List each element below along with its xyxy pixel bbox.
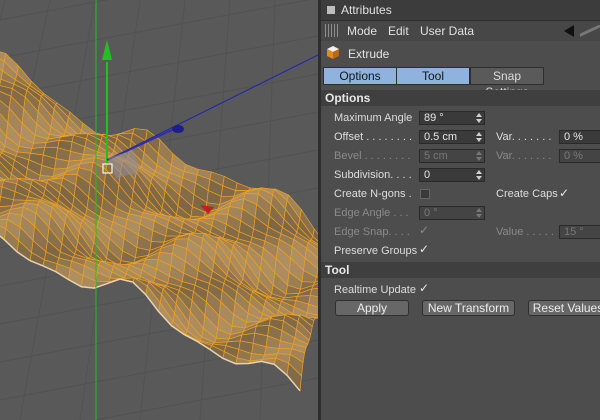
value-label: Value . . . . . — [496, 226, 554, 238]
bevel-field[interactable]: 5 cm — [419, 149, 485, 163]
preserve-groups-label: Preserve Groups — [334, 245, 418, 257]
realtime-update-checkbox[interactable]: ✓ — [419, 282, 430, 294]
mesh-face — [235, 182, 251, 191]
max-angle-label: Maximum Angle — [334, 112, 413, 124]
menu-edit[interactable]: Edit — [388, 24, 409, 38]
value-field[interactable]: 15 ° — [559, 225, 600, 239]
spinner-icon[interactable] — [476, 113, 482, 123]
forward-arrow-icon[interactable] — [580, 25, 600, 37]
offset-var-label: Var. . . . . . . — [496, 131, 552, 143]
max-angle-field[interactable]: 89 ° — [419, 111, 485, 125]
subdivision-value: 0 — [424, 169, 431, 181]
realtime-update-label: Realtime Update — [334, 284, 416, 296]
attributes-menubar: Mode Edit User Data — [321, 21, 600, 41]
spinner-icon[interactable] — [476, 132, 482, 142]
subdivision-field[interactable]: 0 — [419, 168, 485, 182]
edge-angle-value: 0 ° — [424, 207, 438, 219]
edge-angle-field[interactable]: 0 ° — [419, 206, 485, 220]
offset-label: Offset . . . . . . . . — [334, 131, 413, 143]
back-arrow-icon[interactable] — [564, 25, 574, 37]
y-arrow-icon — [102, 40, 112, 60]
reset-values-button[interactable]: Reset Values — [528, 300, 600, 316]
z-arrow-icon — [172, 125, 184, 133]
spinner-icon[interactable] — [476, 170, 482, 180]
bevel-var-field[interactable]: 0 % — [559, 149, 600, 163]
create-ngons-label: Create N-gons . — [334, 188, 412, 200]
spinner-icon[interactable] — [476, 151, 482, 161]
panel-menu-icon[interactable] — [327, 6, 335, 14]
tab-tool[interactable]: Tool — [396, 67, 470, 85]
value-value: 15 ° — [564, 226, 584, 238]
create-ngons-checkbox[interactable] — [420, 189, 430, 199]
attributes-panel: Attributes Mode Edit User Data Extrude O… — [321, 0, 600, 420]
create-caps-label: Create Caps — [496, 188, 558, 200]
attributes-titlebar: Attributes — [321, 0, 600, 21]
subdivision-label: Subdivision. . . . — [334, 169, 412, 181]
floor-grid-line — [92, 377, 318, 420]
grip-icon[interactable] — [325, 24, 338, 37]
3d-viewport[interactable] — [0, 0, 318, 420]
offset-var-field[interactable]: 0 % — [559, 130, 600, 144]
edge-angle-label: Edge Angle . . . — [334, 207, 409, 219]
tab-snap-settings[interactable]: Snap Settings — [470, 67, 544, 99]
object-row: Extrude — [321, 42, 600, 64]
object-name: Extrude — [348, 47, 390, 61]
apply-button[interactable]: Apply — [335, 300, 409, 316]
section-tool[interactable]: Tool — [321, 262, 600, 278]
spinner-icon[interactable] — [476, 208, 482, 218]
menu-user-data[interactable]: User Data — [420, 24, 474, 38]
menu-mode[interactable]: Mode — [347, 24, 377, 38]
max-angle-value: 89 ° — [424, 112, 444, 124]
bevel-value: 5 cm — [424, 150, 448, 162]
offset-var-value: 0 % — [564, 131, 583, 143]
new-transform-button[interactable]: New Transform — [422, 300, 515, 316]
extrude-cube-icon — [327, 46, 339, 59]
edge-snap-checkbox[interactable]: ✓ — [419, 224, 430, 236]
section-options[interactable]: Options — [321, 90, 600, 106]
bevel-var-label: Var. . . . . . . — [496, 150, 552, 162]
floor-grid-line — [0, 35, 318, 97]
viewport-canvas[interactable] — [0, 0, 318, 420]
bevel-var-value: 0 % — [564, 150, 583, 162]
mesh-face — [119, 127, 135, 134]
bevel-label: Bevel . . . . . . . . — [334, 150, 411, 162]
create-caps-checkbox[interactable]: ✓ — [559, 187, 570, 199]
panel-title: Attributes — [341, 3, 392, 17]
tab-options[interactable]: Options — [323, 67, 397, 85]
edge-snap-label: Edge Snap. . . . — [334, 226, 410, 238]
offset-value: 0.5 cm — [424, 131, 458, 143]
offset-field[interactable]: 0.5 cm — [419, 130, 485, 144]
preserve-groups-checkbox[interactable]: ✓ — [419, 243, 430, 255]
